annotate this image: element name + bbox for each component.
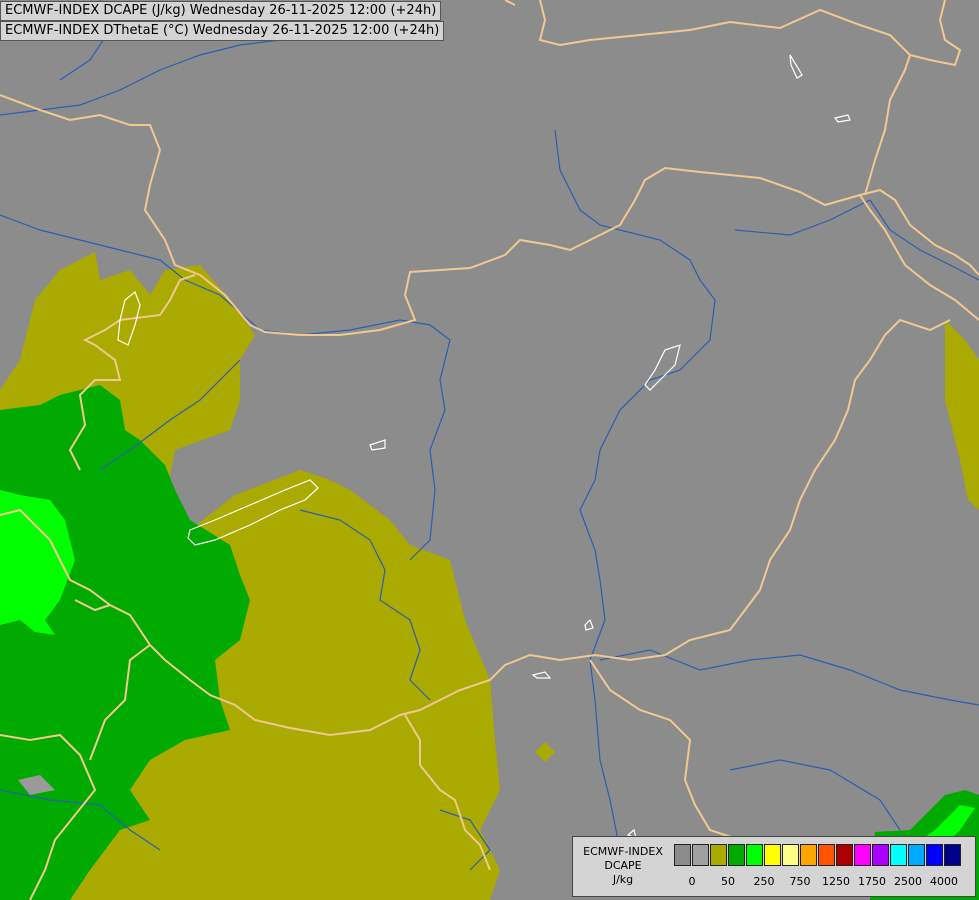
legend-tick-label: 2500 [894,875,922,888]
legend-swatch [818,844,835,866]
legend-tick-label: 4000 [930,875,958,888]
legend-swatch [710,844,727,866]
map-title-dthetae: ECMWF-INDEX DThetaE (°C) Wednesday 26-11… [0,21,445,41]
legend-tick-label: 0 [688,875,696,888]
legend-swatch [746,844,763,866]
legend-swatch [836,844,853,866]
legend-swatch [908,844,925,866]
color-legend: ECMWF-INDEX DCAPE J/kg 0 50 250 750 1250 1750… [572,836,976,897]
map-title-dcape: ECMWF-INDEX DCAPE (J/kg) Wednesday 26-11… [0,1,442,21]
legend-swatch [944,844,961,866]
legend-tick-label: 50 [721,875,735,888]
legend-swatch [764,844,781,866]
legend-label: ECMWF-INDEX DCAPE J/kg [575,845,671,887]
legend-tick-label: 250 [753,875,775,888]
legend-swatch [782,844,799,866]
legend-tick-label: 1750 [858,875,886,888]
legend-swatch [872,844,889,866]
legend-tick-labels: 0 50 250 750 1250 1750 2500 4000 [674,875,974,889]
dcape-map [0,0,979,900]
legend-swatches [674,844,962,866]
legend-tick-label: 1250 [822,875,850,888]
legend-label-line2: DCAPE [604,859,642,872]
legend-swatch [854,844,871,866]
legend-label-line1: ECMWF-INDEX [583,845,663,858]
legend-label-line3: J/kg [612,873,634,886]
legend-swatch [926,844,943,866]
legend-swatch [692,844,709,866]
legend-swatch [674,844,691,866]
legend-tick-label: 750 [789,875,811,888]
legend-swatch [800,844,817,866]
legend-swatch [890,844,907,866]
legend-swatch [728,844,745,866]
